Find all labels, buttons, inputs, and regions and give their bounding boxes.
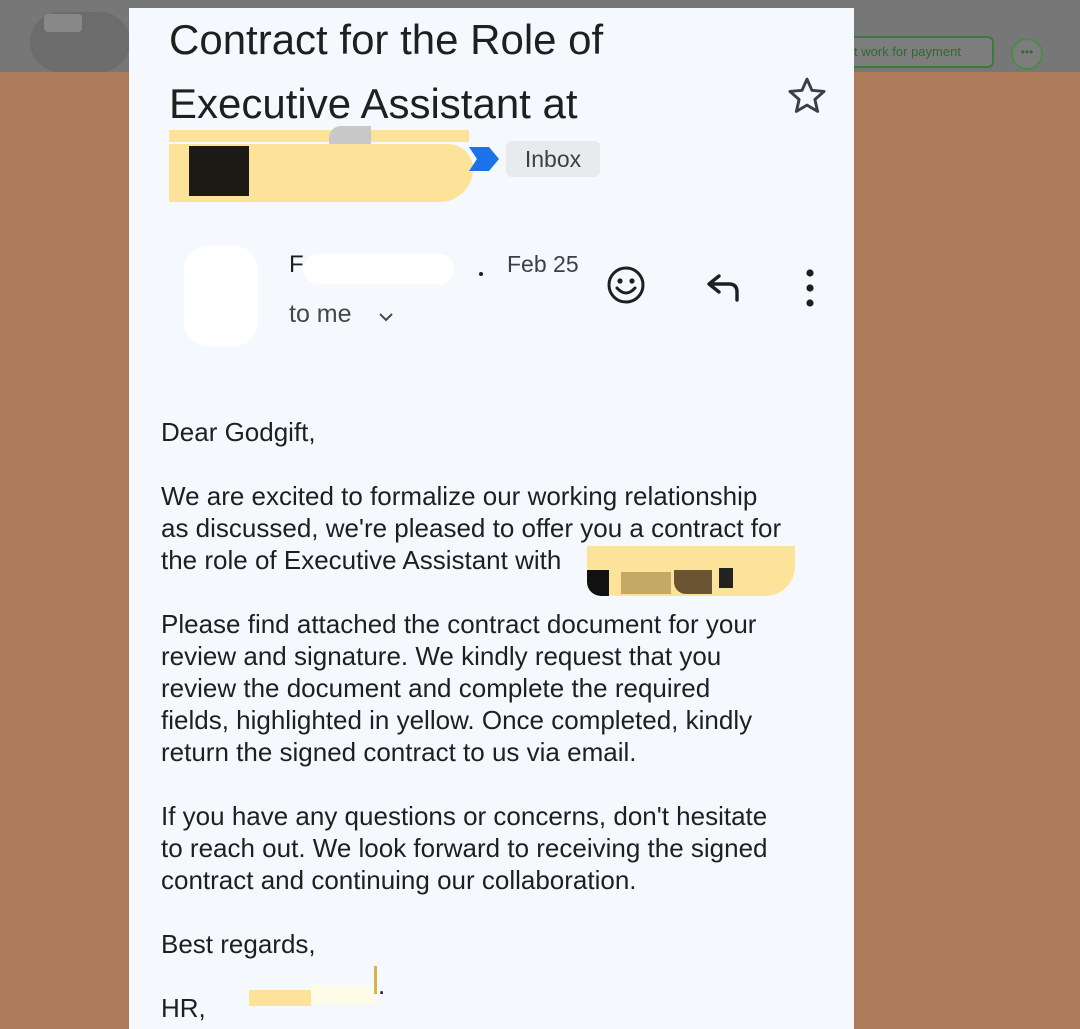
email-closing: Best regards, xyxy=(161,929,316,959)
email-greeting: Dear Godgift, xyxy=(161,417,316,447)
email-paragraph-3: If you have any questions or concerns, d… xyxy=(161,801,768,895)
background-more-button[interactable]: ••• xyxy=(1011,38,1043,70)
email-subject: Contract for the Role of Executive Assis… xyxy=(169,16,604,127)
redaction-body-dark2 xyxy=(719,568,733,588)
inbox-label-chip[interactable]: Inbox xyxy=(506,141,600,177)
signature-period: . xyxy=(378,970,386,1000)
redaction-company-dark xyxy=(189,146,249,196)
important-marker-icon xyxy=(469,147,499,171)
email-body: Dear Godgift, We are excited to formaliz… xyxy=(161,416,841,1029)
chevron-down-icon[interactable] xyxy=(377,308,395,326)
redaction-company xyxy=(169,130,469,142)
sender-dot xyxy=(479,272,483,276)
add-reaction-icon[interactable] xyxy=(605,264,647,306)
sender-avatar[interactable] xyxy=(184,246,258,346)
background-icon xyxy=(44,14,82,32)
background-chip-button[interactable]: t work for payment xyxy=(838,36,994,68)
recipient-label[interactable]: to me xyxy=(289,300,352,329)
email-screen: Contract for the Role of Executive Assis… xyxy=(129,8,854,1029)
redaction-signature xyxy=(249,990,311,1006)
redaction-signature-light xyxy=(311,986,375,1004)
redaction-sender xyxy=(304,254,454,284)
star-icon[interactable] xyxy=(785,74,829,118)
reply-icon[interactable] xyxy=(703,268,745,302)
redaction-body-brown xyxy=(674,570,712,594)
redaction-signature-bar xyxy=(374,966,377,994)
more-vertical-icon[interactable] xyxy=(801,266,819,310)
redaction-body-tan xyxy=(621,572,671,594)
email-paragraph-2: Please find attached the contract docume… xyxy=(161,609,757,767)
sender-name[interactable]: F xyxy=(289,251,304,279)
email-date: Feb 25 xyxy=(507,251,579,277)
